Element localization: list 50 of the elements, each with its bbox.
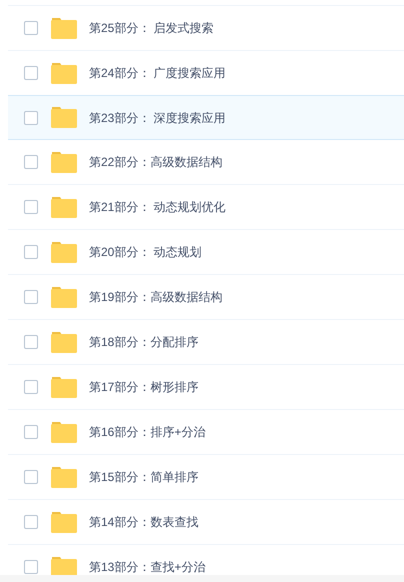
file-row[interactable]: 第18部分：分配排序 bbox=[8, 320, 404, 365]
checkbox[interactable] bbox=[24, 290, 38, 304]
checkbox[interactable] bbox=[24, 380, 38, 394]
file-name[interactable]: 第24部分： 广度搜索应用 bbox=[89, 64, 226, 82]
file-name[interactable]: 第18部分：分配排序 bbox=[89, 333, 198, 351]
file-row[interactable]: 第23部分： 深度搜索应用 bbox=[8, 95, 404, 140]
folder-icon bbox=[51, 152, 77, 172]
folder-icon bbox=[51, 376, 77, 398]
checkbox[interactable] bbox=[24, 335, 38, 349]
file-name[interactable]: 第23部分： 深度搜索应用 bbox=[89, 108, 226, 126]
checkbox[interactable] bbox=[24, 66, 38, 80]
checkbox[interactable] bbox=[24, 21, 38, 35]
folder-icon bbox=[51, 422, 77, 442]
file-name[interactable]: 第25部分： 启发式搜索 bbox=[89, 19, 214, 37]
folder-icon bbox=[51, 556, 77, 575]
file-name[interactable]: 第22部分：高级数据结构 bbox=[89, 153, 222, 171]
checkbox[interactable] bbox=[24, 155, 38, 169]
folder-icon bbox=[51, 466, 77, 488]
folder-icon bbox=[51, 107, 77, 128]
checkbox[interactable] bbox=[24, 425, 38, 439]
file-row[interactable]: 第17部分：树形排序 bbox=[8, 365, 404, 410]
file-row[interactable]: 第21部分： 动态规划优化 bbox=[8, 185, 404, 230]
checkbox[interactable] bbox=[24, 245, 38, 259]
file-row[interactable]: 第14部分：数表查找 bbox=[8, 500, 404, 545]
checkbox[interactable] bbox=[24, 515, 38, 529]
checkbox[interactable] bbox=[24, 470, 38, 484]
file-row[interactable]: 第19部分：高级数据结构 bbox=[8, 275, 404, 320]
file-row[interactable]: 第22部分：高级数据结构 bbox=[8, 140, 404, 185]
file-row[interactable]: 第25部分： 启发式搜索 bbox=[8, 6, 404, 51]
folder-icon bbox=[51, 242, 77, 262]
folder-icon bbox=[51, 512, 77, 532]
folder-icon bbox=[51, 286, 77, 308]
file-name[interactable]: 第13部分：查找+分治 bbox=[89, 558, 206, 575]
checkbox[interactable] bbox=[24, 110, 38, 124]
file-name[interactable]: 第21部分： 动态规划优化 bbox=[89, 198, 226, 216]
file-name[interactable]: 第16部分：排序+分治 bbox=[89, 423, 206, 441]
folder-icon bbox=[51, 196, 77, 218]
file-name[interactable]: 第14部分：数表查找 bbox=[89, 513, 198, 531]
folder-icon bbox=[51, 18, 77, 38]
folder-icon bbox=[51, 332, 77, 352]
folder-icon bbox=[51, 62, 77, 84]
checkbox[interactable] bbox=[24, 200, 38, 214]
file-row[interactable]: 第16部分：排序+分治 bbox=[8, 410, 404, 455]
file-name[interactable]: 第20部分： 动态规划 bbox=[89, 243, 202, 261]
checkbox[interactable] bbox=[24, 560, 38, 574]
file-name[interactable]: 第17部分：树形排序 bbox=[89, 378, 198, 396]
file-row[interactable]: 第15部分：简单排序 bbox=[8, 455, 404, 500]
file-row[interactable]: 第20部分： 动态规划 bbox=[8, 230, 404, 275]
file-name[interactable]: 第19部分：高级数据结构 bbox=[89, 288, 222, 306]
file-name[interactable]: 第15部分：简单排序 bbox=[89, 468, 198, 486]
